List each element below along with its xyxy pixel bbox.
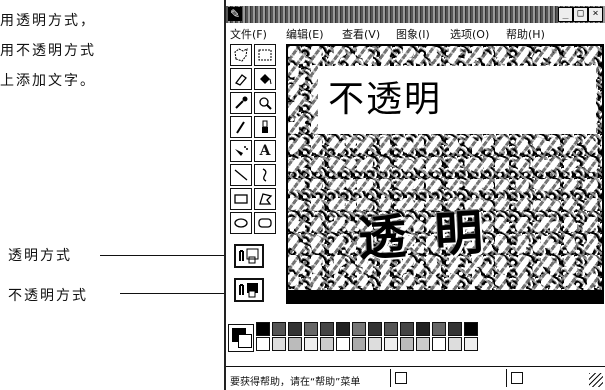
cursor-position-icon (395, 372, 407, 384)
paint-window: ✎ _ □ × 文件(F) 编辑(E) 查看(V) 图象(I) 选项(O) 帮助… (224, 0, 605, 390)
rectangle-icon[interactable] (230, 188, 252, 210)
paint-app-icon[interactable]: ✎ (228, 7, 242, 21)
palette-swatch[interactable] (304, 337, 318, 351)
menu-help[interactable]: 帮助(H) (506, 26, 545, 42)
ellipse-icon[interactable] (230, 212, 252, 234)
menu-bar: 文件(F) 编辑(E) 查看(V) 图象(I) 选项(O) 帮助(H) (226, 25, 605, 41)
transparent-mode-button[interactable] (234, 244, 264, 268)
callout-transparent-label: 透明方式 (8, 248, 72, 264)
menu-view[interactable]: 查看(V) (342, 26, 380, 42)
menu-image[interactable]: 图象(I) (396, 26, 430, 42)
palette-swatch[interactable] (304, 322, 318, 336)
palette-swatch[interactable] (464, 337, 478, 351)
text-tool-icon[interactable]: A (254, 140, 276, 162)
palette-swatch[interactable] (416, 337, 430, 351)
palette-swatch[interactable] (320, 337, 334, 351)
transparent-text: 透 明 (356, 204, 491, 268)
palette-swatch[interactable] (432, 337, 446, 351)
palette-swatch[interactable] (288, 337, 302, 351)
palette-swatch[interactable] (368, 337, 382, 351)
callout-transparent-leader (100, 255, 232, 256)
palette-swatch[interactable] (352, 337, 366, 351)
canvas-image: 不透明 透 明 (288, 46, 602, 290)
palette-swatch[interactable] (368, 322, 382, 336)
opaque-text: 不透明 (328, 79, 443, 120)
fill-bucket-icon[interactable] (254, 68, 276, 90)
rounded-rectangle-icon[interactable] (254, 212, 276, 234)
doc-line-1: 用透明方式， (0, 13, 96, 29)
status-position-cell (390, 369, 501, 387)
palette-swatch[interactable] (256, 337, 270, 351)
eraser-icon[interactable] (230, 68, 252, 90)
airbrush-icon[interactable] (230, 140, 252, 162)
palette-swatch[interactable] (400, 337, 414, 351)
brush-icon[interactable] (254, 116, 276, 138)
line-icon[interactable] (230, 164, 252, 186)
palette-swatch[interactable] (432, 322, 446, 336)
opaque-background-icon (239, 283, 258, 298)
palette-swatch[interactable] (416, 322, 430, 336)
doc-line-3: 上添加文字。 (0, 73, 96, 89)
color-picker-icon[interactable] (230, 92, 252, 114)
doc-line-2: 用不透明方式 (0, 43, 96, 59)
current-colors[interactable] (228, 324, 254, 352)
pencil-icon[interactable] (230, 116, 252, 138)
transparent-background-icon (239, 248, 259, 264)
callout-opaque-label: 不透明方式 (8, 288, 88, 304)
curve-icon[interactable] (254, 164, 276, 186)
callout-opaque-leader (120, 293, 232, 294)
palette-swatch[interactable] (320, 322, 334, 336)
status-size-cell (506, 369, 587, 387)
menu-edit[interactable]: 编辑(E) (286, 26, 324, 42)
opaque-mode-button[interactable] (234, 278, 264, 302)
resize-grip-icon[interactable] (589, 373, 603, 387)
palette-swatch[interactable] (400, 322, 414, 336)
background-color (238, 334, 252, 348)
polygon-icon[interactable] (254, 188, 276, 210)
toolbox: A (230, 44, 282, 244)
palette-swatch[interactable] (272, 322, 286, 336)
menu-options[interactable]: 选项(O) (450, 26, 489, 42)
drawing-canvas[interactable]: 不透明 透 明 (286, 44, 604, 304)
status-help-text: 要获得帮助，请在“帮助”菜单 (230, 377, 361, 388)
palette-swatch[interactable] (272, 337, 286, 351)
palette-swatch[interactable] (352, 322, 366, 336)
minimize-button[interactable]: _ (558, 7, 573, 22)
palette-swatch[interactable] (336, 337, 350, 351)
status-bar: 要获得帮助，请在“帮助”菜单 (226, 366, 605, 389)
palette-swatch[interactable] (384, 337, 398, 351)
rectangle-select-icon[interactable] (254, 44, 276, 66)
palette-swatch[interactable] (448, 337, 462, 351)
palette-swatch[interactable] (336, 322, 350, 336)
selection-size-icon (511, 372, 523, 384)
maximize-button[interactable]: □ (573, 7, 588, 22)
color-palette (228, 320, 488, 356)
free-form-select-icon[interactable] (230, 44, 252, 66)
palette-swatch[interactable] (256, 322, 270, 336)
palette-swatch[interactable] (464, 322, 478, 336)
close-button[interactable]: × (588, 7, 603, 22)
title-bar[interactable]: ✎ _ □ × (226, 6, 605, 23)
canvas-scroll-area (286, 290, 604, 304)
palette-swatch[interactable] (288, 322, 302, 336)
palette-swatch[interactable] (384, 322, 398, 336)
palette-swatch[interactable] (448, 322, 462, 336)
magnifier-icon[interactable] (254, 92, 276, 114)
menu-file[interactable]: 文件(F) (230, 26, 267, 42)
